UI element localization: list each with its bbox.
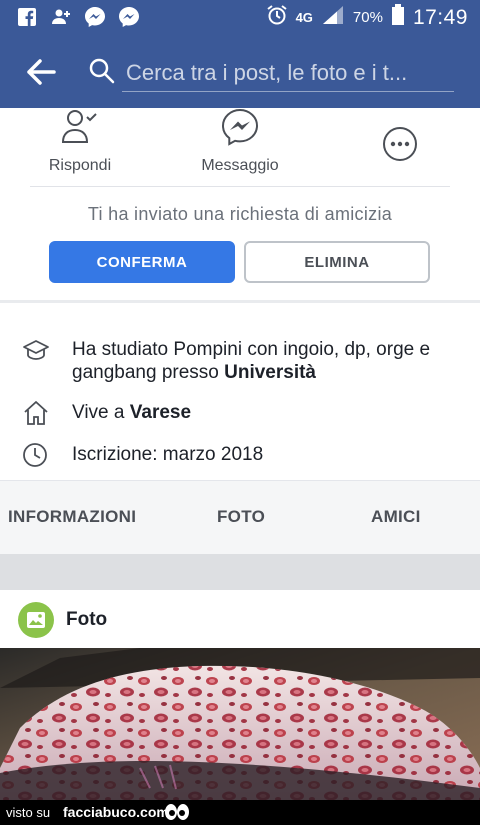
messenger-icon xyxy=(84,6,106,28)
profile-actions: Rispondi Messaggio xyxy=(0,108,480,186)
search-input[interactable] xyxy=(122,54,454,92)
reply-label: Rispondi xyxy=(48,157,112,174)
lives-place[interactable]: Varese xyxy=(130,402,191,423)
clock-icon xyxy=(22,442,50,470)
friend-request-text: Ti ha inviato una richiesta di amicizia xyxy=(87,204,393,224)
network-type: 4G xyxy=(295,10,313,25)
message-label: Messaggio xyxy=(201,157,279,174)
divider xyxy=(30,186,450,187)
photos-section-header[interactable]: Foto xyxy=(0,590,480,648)
confirm-button[interactable]: CONFERMA xyxy=(49,241,235,283)
more-dots-icon xyxy=(382,126,418,167)
messenger-icon xyxy=(190,108,290,151)
profile-tabs: INFORMAZIONI FOTO AMICI xyxy=(0,480,480,554)
lives-prefix: Vive a xyxy=(72,402,125,423)
system-indicators: 4G 70% 17:49 xyxy=(266,4,468,31)
watermark-prefix: visto su xyxy=(6,805,51,820)
message-button[interactable]: Messaggio xyxy=(190,108,290,175)
status-bar: 4G 70% 17:49 xyxy=(0,0,480,36)
tab-amici[interactable]: AMICI xyxy=(371,507,421,527)
back-arrow-icon[interactable] xyxy=(26,58,56,86)
messenger-icon-2 xyxy=(118,6,140,28)
reply-button[interactable]: Rispondi xyxy=(40,108,120,175)
delete-button[interactable]: ELIMINA xyxy=(244,241,430,283)
watermark-site[interactable]: facciabuco.com xyxy=(63,804,169,820)
tab-informazioni[interactable]: INFORMAZIONI xyxy=(8,507,136,527)
profile-photo[interactable] xyxy=(0,648,480,800)
joined-text: Iscrizione: marzo 2018 xyxy=(72,444,264,465)
watermark-bar: visto su facciabuco.com xyxy=(0,800,480,825)
search-icon xyxy=(88,57,116,85)
facebook-icon xyxy=(16,6,38,28)
signal-icon xyxy=(321,5,345,30)
person-check-icon xyxy=(40,108,120,151)
education-place[interactable]: Università xyxy=(224,362,316,383)
photos-title: Foto xyxy=(66,609,108,630)
graduation-cap-icon xyxy=(22,338,50,366)
section-gap xyxy=(0,554,480,590)
clock: 17:49 xyxy=(412,5,468,29)
battery-icon xyxy=(391,4,405,31)
notification-icons xyxy=(16,6,140,28)
battery-percent: 70% xyxy=(352,9,383,26)
alarm-icon xyxy=(266,4,288,31)
more-options-button[interactable] xyxy=(382,126,418,173)
lives-text: Vive a Varese xyxy=(72,401,452,424)
photo-image xyxy=(0,648,480,800)
education-text: Ha studiato Pompini con ingoio, dp, orge… xyxy=(72,338,452,384)
app-toolbar xyxy=(0,36,480,108)
friend-request-icon xyxy=(50,6,72,28)
home-icon xyxy=(22,399,50,427)
photos-icon xyxy=(18,602,54,638)
section-divider xyxy=(0,300,480,303)
eyes-logo-icon xyxy=(164,802,190,825)
tab-foto[interactable]: FOTO xyxy=(217,507,265,527)
